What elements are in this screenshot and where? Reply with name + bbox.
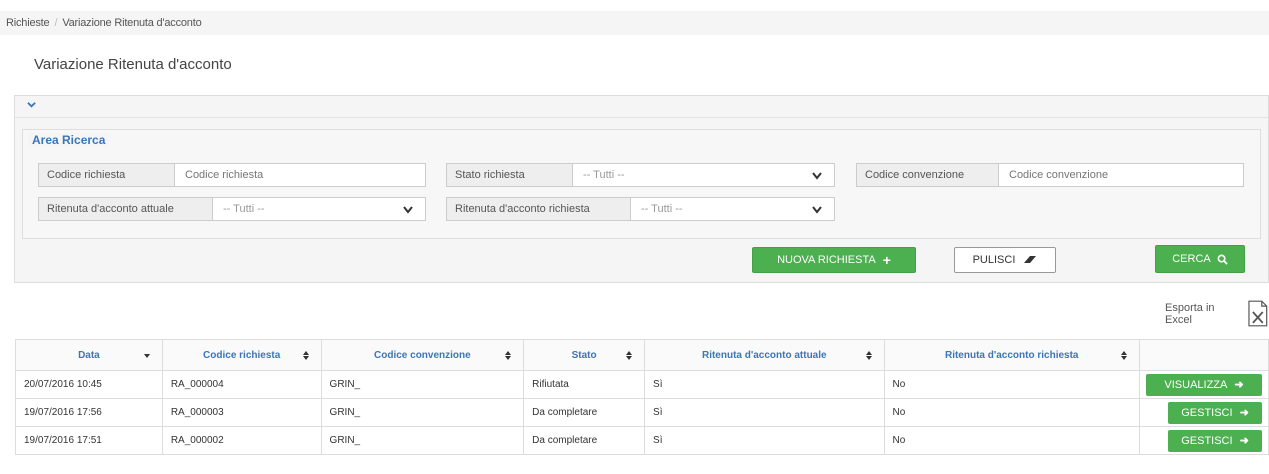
codice-convenzione-input[interactable] xyxy=(1009,169,1233,181)
sort-icon xyxy=(505,351,512,360)
column-header-label: Stato xyxy=(571,349,597,361)
codice-convenzione-field: Codice convenzione xyxy=(856,163,1244,187)
cell-ritenuta-richiesta: No xyxy=(883,370,1140,399)
table-row: 20/07/2016 10:45 RA_000004 GRIN_ Rifiuta… xyxy=(15,370,1269,399)
breadcrumb-current: Variazione Ritenuta d'acconto xyxy=(62,17,202,29)
codice-richiesta-label: Codice richiesta xyxy=(39,164,175,186)
cell-codice-convenzione: GRIN_ xyxy=(320,398,525,427)
column-header-actions xyxy=(1138,339,1269,371)
ritenuta-attuale-value: -- Tutti -- xyxy=(223,203,265,215)
cell-codice-convenzione: GRIN_ xyxy=(320,426,525,455)
cell-data: 19/07/2016 17:56 xyxy=(15,398,163,427)
column-header-label: Codice convenzione xyxy=(374,349,471,361)
column-header-codice-richiesta[interactable]: Codice richiesta xyxy=(161,339,322,371)
cell-stato: Rifiutata xyxy=(523,370,646,399)
cell-codice-richiesta: RA_000002 xyxy=(161,426,322,455)
area-ricerca-title: Area Ricerca xyxy=(28,133,110,147)
gestisci-button[interactable]: GESTISCI ➜ xyxy=(1168,429,1262,452)
ritenuta-attuale-field: Ritenuta d'acconto attuale -- Tutti -- xyxy=(38,197,426,221)
visualizza-button[interactable]: VISUALIZZA ➜ xyxy=(1146,373,1262,396)
search-icon xyxy=(1217,254,1228,265)
column-header-label: Data xyxy=(78,349,100,361)
stato-richiesta-label: Stato richiesta xyxy=(447,164,573,186)
stato-richiesta-select[interactable]: -- Tutti -- xyxy=(573,164,834,186)
column-header-label: Ritenuta d'acconto richiesta xyxy=(944,349,1079,361)
codice-richiesta-input[interactable] xyxy=(185,169,415,181)
excel-file-icon[interactable] xyxy=(1247,300,1269,327)
cell-ritenuta-attuale: Sì xyxy=(644,370,885,399)
arrow-right-icon: ➜ xyxy=(1239,407,1249,419)
nuova-richiesta-label: NUOVA RICHIESTA xyxy=(777,254,876,266)
sort-icon xyxy=(865,351,872,360)
cell-ritenuta-attuale: Sì xyxy=(644,398,885,427)
column-header-ritenuta-attuale[interactable]: Ritenuta d'acconto attuale xyxy=(644,339,885,371)
arrow-right-icon: ➜ xyxy=(1239,435,1249,447)
cell-ritenuta-richiesta: No xyxy=(883,426,1140,455)
gestisci-label: GESTISCI xyxy=(1181,434,1233,447)
panel-header[interactable] xyxy=(15,96,1268,118)
stato-richiesta-value: -- Tutti -- xyxy=(583,169,625,181)
breadcrumb-link-richieste[interactable]: Richieste xyxy=(6,17,50,29)
column-header-ritenuta-richiesta[interactable]: Ritenuta d'acconto richiesta xyxy=(883,339,1140,371)
ritenuta-attuale-label: Ritenuta d'acconto attuale xyxy=(39,198,213,220)
sort-icon xyxy=(1120,351,1127,360)
sort-icon xyxy=(302,351,309,360)
breadcrumb: Richieste / Variazione Ritenuta d'acconto xyxy=(0,11,1269,35)
column-header-data[interactable]: Data xyxy=(15,339,163,371)
cerca-button[interactable]: CERCA xyxy=(1155,245,1245,273)
ritenuta-richiesta-field: Ritenuta d'acconto richiesta -- Tutti -- xyxy=(446,197,835,221)
ritenuta-attuale-select[interactable]: -- Tutti -- xyxy=(213,198,425,220)
plus-icon: + xyxy=(882,252,891,268)
chevron-down-icon[interactable] xyxy=(27,100,36,109)
cell-codice-richiesta: RA_000004 xyxy=(161,370,322,399)
table-row: 19/07/2016 17:56 RA_000003 GRIN_ Da comp… xyxy=(15,398,1269,427)
breadcrumb-separator: / xyxy=(54,17,58,29)
column-header-stato[interactable]: Stato xyxy=(523,339,646,371)
chevron-down-icon xyxy=(812,172,822,180)
table-header-row: Data Codice richiesta Codice convenzione… xyxy=(15,339,1269,371)
ritenuta-richiesta-select[interactable]: -- Tutti -- xyxy=(631,198,834,220)
table-row: 19/07/2016 17:51 RA_000002 GRIN_ Da comp… xyxy=(15,426,1269,455)
chevron-down-icon xyxy=(812,206,822,214)
column-header-label: Codice richiesta xyxy=(203,349,281,361)
gestisci-button[interactable]: GESTISCI ➜ xyxy=(1168,401,1262,424)
export-excel-link[interactable]: Esporta in Excel xyxy=(1165,300,1269,327)
cell-codice-richiesta: RA_000003 xyxy=(161,398,322,427)
cell-ritenuta-attuale: Sì xyxy=(644,426,885,455)
column-header-codice-convenzione[interactable]: Codice convenzione xyxy=(320,339,525,371)
cell-ritenuta-richiesta: No xyxy=(883,398,1140,427)
stato-richiesta-field: Stato richiesta -- Tutti -- xyxy=(446,163,835,187)
results-table: Data Codice richiesta Codice convenzione… xyxy=(15,339,1269,455)
nuova-richiesta-button[interactable]: NUOVA RICHIESTA + xyxy=(752,247,916,273)
chevron-down-icon xyxy=(403,206,413,214)
codice-convenzione-label: Codice convenzione xyxy=(857,164,999,186)
codice-richiesta-field: Codice richiesta xyxy=(38,163,426,187)
pulisci-button[interactable]: PULISCI xyxy=(954,247,1056,273)
gestisci-label: GESTISCI xyxy=(1181,406,1233,419)
search-panel xyxy=(14,95,1269,283)
cell-codice-convenzione: GRIN_ xyxy=(320,370,525,399)
eraser-icon xyxy=(1024,256,1037,263)
sort-icon xyxy=(626,351,633,360)
column-header-label: Ritenuta d'acconto attuale xyxy=(701,349,827,361)
cerca-label: CERCA xyxy=(1172,253,1211,265)
pulisci-label: PULISCI xyxy=(972,254,1016,266)
arrow-right-icon: ➜ xyxy=(1234,379,1244,391)
cell-data: 20/07/2016 10:45 xyxy=(15,370,163,399)
cell-stato: Da completare xyxy=(523,426,646,455)
cell-stato: Da completare xyxy=(523,398,646,427)
page-title: Variazione Ritenuta d'acconto xyxy=(34,56,232,73)
visualizza-label: VISUALIZZA xyxy=(1164,378,1228,391)
ritenuta-richiesta-label: Ritenuta d'acconto richiesta xyxy=(447,198,631,220)
ritenuta-richiesta-value: -- Tutti -- xyxy=(641,203,683,215)
export-excel-label: Esporta in Excel xyxy=(1165,301,1215,326)
cell-data: 19/07/2016 17:51 xyxy=(15,426,163,455)
sort-desc-icon xyxy=(143,354,150,358)
